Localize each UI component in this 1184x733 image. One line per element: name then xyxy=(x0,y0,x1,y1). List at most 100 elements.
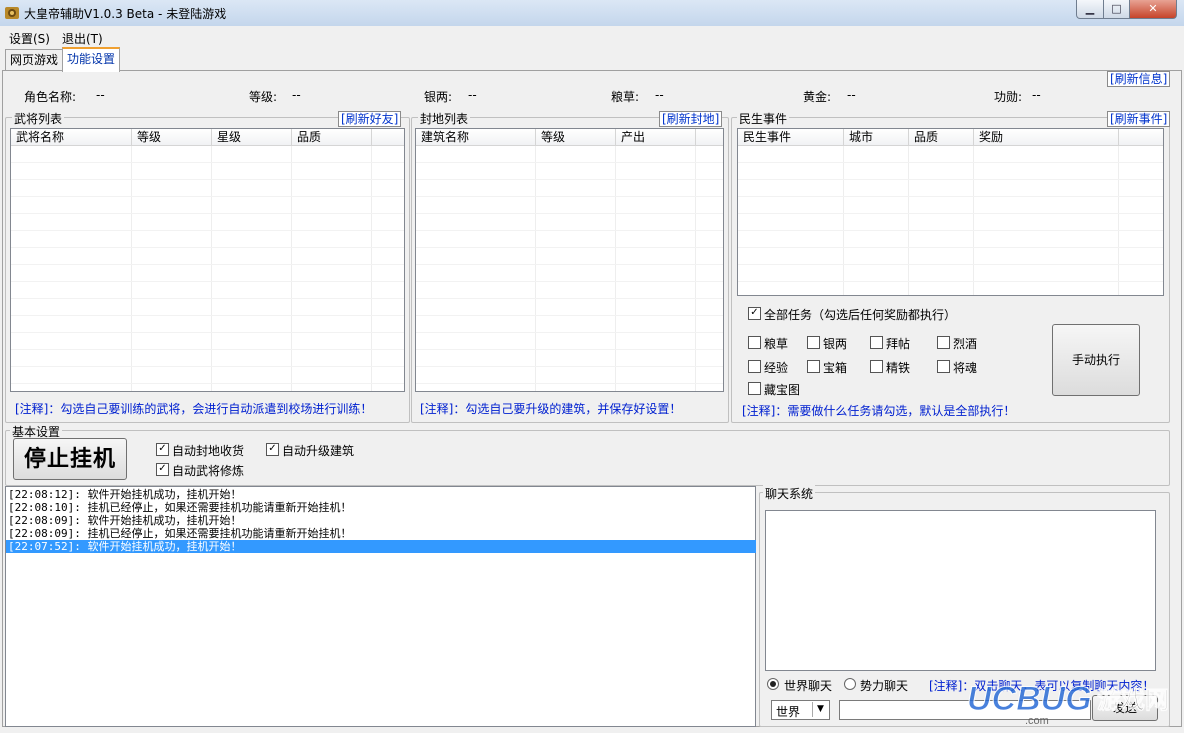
menu-settings[interactable]: 设置(S) xyxy=(9,30,50,47)
chat-title: 聊天系统 xyxy=(763,485,816,502)
close-button[interactable]: ✕ xyxy=(1129,0,1177,19)
log-line[interactable]: [22:08:10]: 挂机已经停止，如果还需要挂机功能请重新开始挂机！ xyxy=(8,501,753,514)
list-row-empty xyxy=(11,316,404,333)
events-title: 民生事件 xyxy=(737,110,790,127)
auto-fief-checkbox[interactable]: ✓ xyxy=(156,443,169,456)
list-row-empty xyxy=(416,231,723,248)
fiefs-title: 封地列表 xyxy=(418,110,471,127)
maximize-button[interactable]: □ xyxy=(1103,0,1130,19)
opt-grain-label: 粮草 xyxy=(764,337,789,351)
svg-text:.com: .com xyxy=(1025,715,1049,727)
role-name-value: -- xyxy=(96,88,105,102)
col-building-name[interactable]: 建筑名称 xyxy=(416,129,536,145)
opt-liquor-label: 烈酒 xyxy=(953,337,978,351)
level-value: -- xyxy=(292,88,301,102)
col-event-name[interactable]: 民生事件 xyxy=(738,129,844,145)
generals-list[interactable]: 武将名称 等级 星级 品质 xyxy=(10,128,405,392)
world-chat-label: 世界聊天 xyxy=(784,679,833,693)
all-tasks-label: 全部任务（勾选后任何奖励都执行） xyxy=(764,308,957,322)
opt-treasure-map-checkbox[interactable] xyxy=(748,382,761,395)
all-tasks-checkbox[interactable]: ✓ xyxy=(748,307,761,320)
list-row-empty xyxy=(11,214,404,231)
refresh-info-button[interactable]: [刷新信息] xyxy=(1107,71,1171,87)
list-row-empty xyxy=(416,367,723,384)
list-row-empty xyxy=(416,384,723,391)
manual-execute-button[interactable]: 手动执行 xyxy=(1052,324,1140,396)
list-row-empty xyxy=(11,163,404,180)
log-box[interactable]: [22:08:12]: 软件开始挂机成功，挂机开始！ [22:08:10]: 挂… xyxy=(5,486,756,727)
list-row-empty xyxy=(416,214,723,231)
menu-exit[interactable]: 退出(T) xyxy=(62,30,103,47)
fiefs-note: [注释]：勾选自己要升级的建筑，并保存好设置！ xyxy=(420,402,682,416)
list-row-empty xyxy=(416,163,723,180)
log-line[interactable]: [22:08:12]: 软件开始挂机成功，挂机开始！ xyxy=(8,488,753,501)
list-row-empty xyxy=(416,180,723,197)
list-row-empty xyxy=(416,248,723,265)
tab-function-settings[interactable]: 功能设置 xyxy=(62,47,121,72)
col-general-quality[interactable]: 品质 xyxy=(292,129,372,145)
ucbug-watermark-logo: UCBUG 游戏网 .com xyxy=(965,672,1180,728)
auto-build-checkbox[interactable]: ✓ xyxy=(266,443,279,456)
faction-chat-radio[interactable] xyxy=(844,678,856,690)
stop-idle-button[interactable]: 停止挂机 xyxy=(13,438,127,480)
events-list[interactable]: 民生事件 城市 品质 奖励 xyxy=(737,128,1164,296)
list-row-empty xyxy=(416,350,723,367)
auto-train-checkbox[interactable]: ✓ xyxy=(156,463,169,476)
opt-grain-checkbox[interactable] xyxy=(748,336,761,349)
tab-web-game[interactable]: 网页游戏 xyxy=(5,49,64,70)
log-line-selected[interactable]: [22:07:52]: 软件开始挂机成功，挂机开始！ xyxy=(6,540,756,553)
col-event-quality[interactable]: 品质 xyxy=(909,129,974,145)
channel-select[interactable]: 世界 ▼ xyxy=(771,700,830,720)
list-row-empty xyxy=(11,197,404,214)
list-row-empty xyxy=(416,282,723,299)
opt-invitation-checkbox[interactable] xyxy=(870,336,883,349)
col-building-level[interactable]: 等级 xyxy=(536,129,616,145)
svg-text:UCBUG: UCBUG xyxy=(967,680,1092,718)
gold-value: -- xyxy=(847,88,856,102)
list-row-empty xyxy=(11,299,404,316)
refresh-events-button[interactable]: [刷新事件] xyxy=(1107,111,1171,127)
list-row-empty xyxy=(11,367,404,384)
log-line[interactable]: [22:08:09]: 挂机已经停止，如果还需要挂机功能请重新开始挂机！ xyxy=(8,527,753,540)
minimize-button[interactable]: ▁ xyxy=(1076,0,1104,19)
fiefs-list-header: 建筑名称 等级 产出 xyxy=(416,129,723,146)
refresh-fiefs-button[interactable]: [刷新封地] xyxy=(659,111,723,127)
list-row-empty xyxy=(738,248,1163,265)
grain-value: -- xyxy=(655,88,664,102)
col-event-reward[interactable]: 奖励 xyxy=(974,129,1119,145)
list-row-empty xyxy=(416,316,723,333)
list-row-empty xyxy=(416,265,723,282)
col-general-name[interactable]: 武将名称 xyxy=(11,129,132,145)
list-row-empty xyxy=(738,180,1163,197)
events-note: [注释]：需要做什么任务请勾选，默认是全部执行！ xyxy=(742,404,1016,418)
chat-messages[interactable] xyxy=(765,510,1156,671)
refresh-friends-button[interactable]: [刷新好友] xyxy=(338,111,402,127)
opt-soul-label: 将魂 xyxy=(953,361,978,375)
opt-soul-checkbox[interactable] xyxy=(937,360,950,373)
opt-silver-label: 银两 xyxy=(823,337,848,351)
list-row-empty xyxy=(416,299,723,316)
opt-liquor-checkbox[interactable] xyxy=(937,336,950,349)
world-chat-radio[interactable] xyxy=(767,678,779,690)
col-event-city[interactable]: 城市 xyxy=(844,129,909,145)
col-building-output[interactable]: 产出 xyxy=(616,129,696,145)
opt-invitation-label: 拜帖 xyxy=(886,337,911,351)
opt-iron-checkbox[interactable] xyxy=(870,360,883,373)
log-line[interactable]: [22:08:09]: 软件开始挂机成功，挂机开始！ xyxy=(8,514,753,527)
opt-silver-checkbox[interactable] xyxy=(807,336,820,349)
list-row-empty xyxy=(738,282,1163,295)
list-row-empty xyxy=(11,282,404,299)
col-general-level[interactable]: 等级 xyxy=(132,129,212,145)
role-name-label: 角色名称: xyxy=(24,90,77,104)
fiefs-list[interactable]: 建筑名称 等级 产出 xyxy=(415,128,724,392)
auto-train-label: 自动武将修炼 xyxy=(172,464,245,478)
list-row-empty xyxy=(738,146,1163,163)
list-row-empty xyxy=(416,333,723,350)
opt-exp-checkbox[interactable] xyxy=(748,360,761,373)
opt-chest-checkbox[interactable] xyxy=(807,360,820,373)
app-icon xyxy=(4,5,20,21)
chevron-down-icon[interactable]: ▼ xyxy=(812,702,828,717)
col-general-star[interactable]: 星级 xyxy=(212,129,292,145)
list-row-empty xyxy=(11,350,404,367)
opt-iron-label: 精铁 xyxy=(886,361,911,375)
